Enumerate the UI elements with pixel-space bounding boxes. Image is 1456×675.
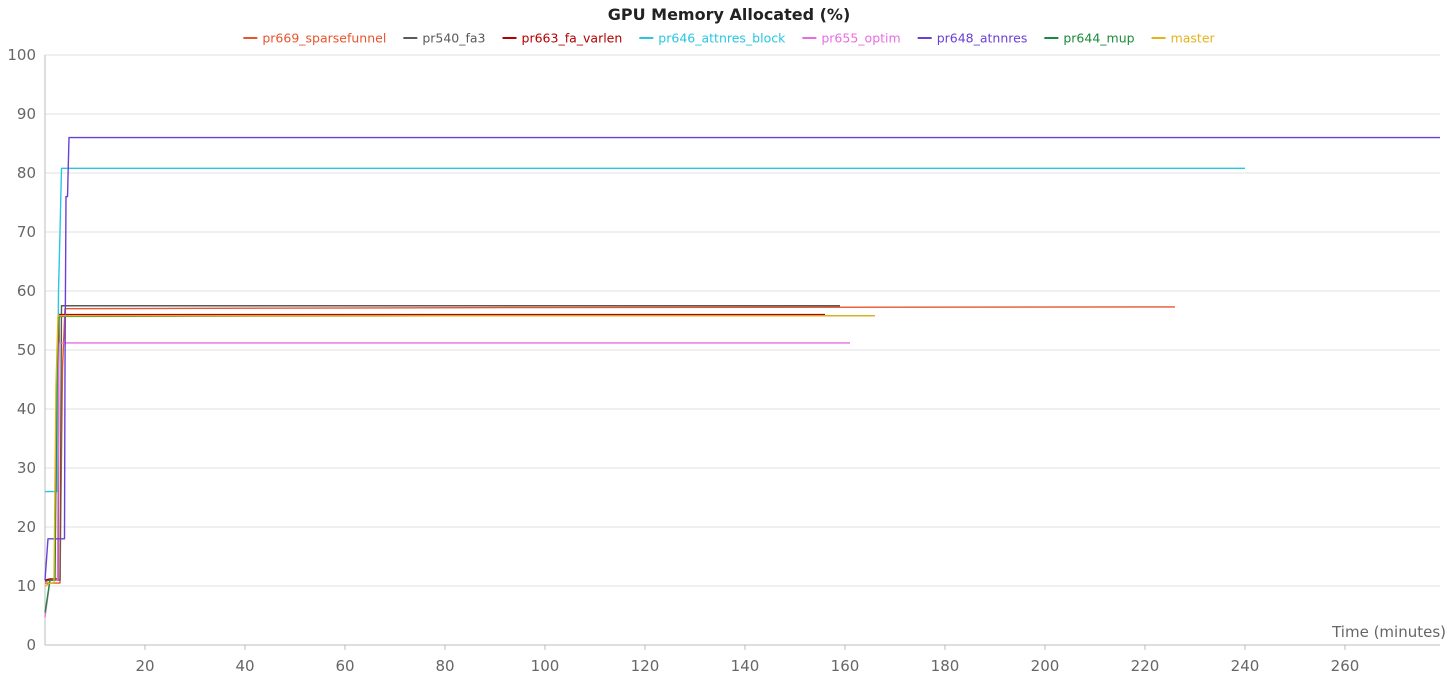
x-tick-label: 60: [335, 657, 354, 675]
legend-item-pr646_attnres_block[interactable]: pr646_attnres_block: [639, 31, 786, 46]
y-tick-label: 80: [17, 164, 36, 182]
legend: pr669_sparsefunnel pr540_fa3 pr663_fa_varl…: [243, 31, 1216, 46]
y-tick-label: 0: [26, 636, 36, 654]
legend-label: pr646_attnres_block: [658, 31, 786, 46]
y-tick-label: 10: [17, 577, 36, 595]
legend-item-pr655_optim[interactable]: pr655_optim: [802, 31, 901, 46]
y-tick-label: 50: [17, 341, 36, 359]
chart-title: GPU Memory Allocated (%): [608, 5, 851, 24]
x-tick-label: 40: [235, 657, 254, 675]
x-tick-label: 220: [1131, 657, 1160, 675]
series-line-pr669_sparsefunnel: [45, 306, 1176, 584]
x-tick-label: 120: [631, 657, 660, 675]
x-tick-label: 260: [1331, 657, 1360, 675]
y-tick-label: 60: [17, 282, 36, 300]
x-tick-label: 180: [931, 657, 960, 675]
y-tick-label: 40: [17, 400, 36, 418]
y-tick-label: 20: [17, 518, 36, 536]
series-lines: [44, 136, 1440, 618]
x-tick-label: 140: [731, 657, 760, 675]
y-tick-label: 70: [17, 223, 36, 241]
legend-item-pr669_sparsefunnel[interactable]: pr669_sparsefunnel: [243, 31, 386, 46]
y-tick-label: 100: [7, 46, 36, 64]
series-line-pr655_optim: [44, 342, 850, 618]
x-tick-label: 200: [1031, 657, 1060, 675]
x-tick-label: 160: [831, 657, 860, 675]
series-line-pr646_attnres_block: [45, 167, 1245, 493]
y-tick-label: 30: [17, 459, 36, 477]
grid: [45, 54, 1440, 646]
legend-item-pr644_mup[interactable]: pr644_mup: [1044, 31, 1135, 46]
series-line-pr540_fa3: [44, 305, 840, 582]
legend-label: pr644_mup: [1063, 31, 1134, 46]
series-line-pr644_mup: [44, 315, 875, 613]
chart-svg: GPU Memory Allocated (%) pr669_sparsefun…: [7, 5, 1446, 675]
x-tick-label: 80: [435, 657, 454, 675]
legend-label: pr663_fa_varlen: [522, 31, 623, 46]
x-axis-label: Time (minutes): [1331, 623, 1446, 641]
axes: 0 10 20 30 40 50 60 70 80 90 100 20 40 60 80 100 120 140 1…: [7, 46, 1440, 675]
legend-item-pr663_fa_varlen[interactable]: pr663_fa_varlen: [502, 31, 623, 46]
chart: GPU Memory Allocated (%) pr669_sparsefun…: [0, 0, 1456, 675]
legend-label: pr540_fa3: [422, 31, 485, 46]
x-tick-label: 100: [531, 657, 560, 675]
legend-label: pr669_sparsefunnel: [262, 31, 386, 46]
legend-label: pr648_atnnres: [937, 31, 1028, 46]
legend-label: pr655_optim: [821, 31, 900, 46]
y-tick-label: 90: [17, 105, 36, 123]
series-line-pr663_fa_varlen: [44, 313, 825, 581]
x-tick-label: 240: [1231, 657, 1260, 675]
x-tick-label: 20: [135, 657, 154, 675]
legend-item-pr648_atnnres[interactable]: pr648_atnnres: [917, 31, 1028, 46]
series-line-pr648_atnnres: [44, 136, 1440, 581]
legend-item-pr540_fa3[interactable]: pr540_fa3: [403, 31, 486, 46]
legend-item-master[interactable]: master: [1151, 31, 1216, 46]
legend-label: master: [1171, 31, 1216, 46]
series-line-master: [44, 315, 875, 587]
